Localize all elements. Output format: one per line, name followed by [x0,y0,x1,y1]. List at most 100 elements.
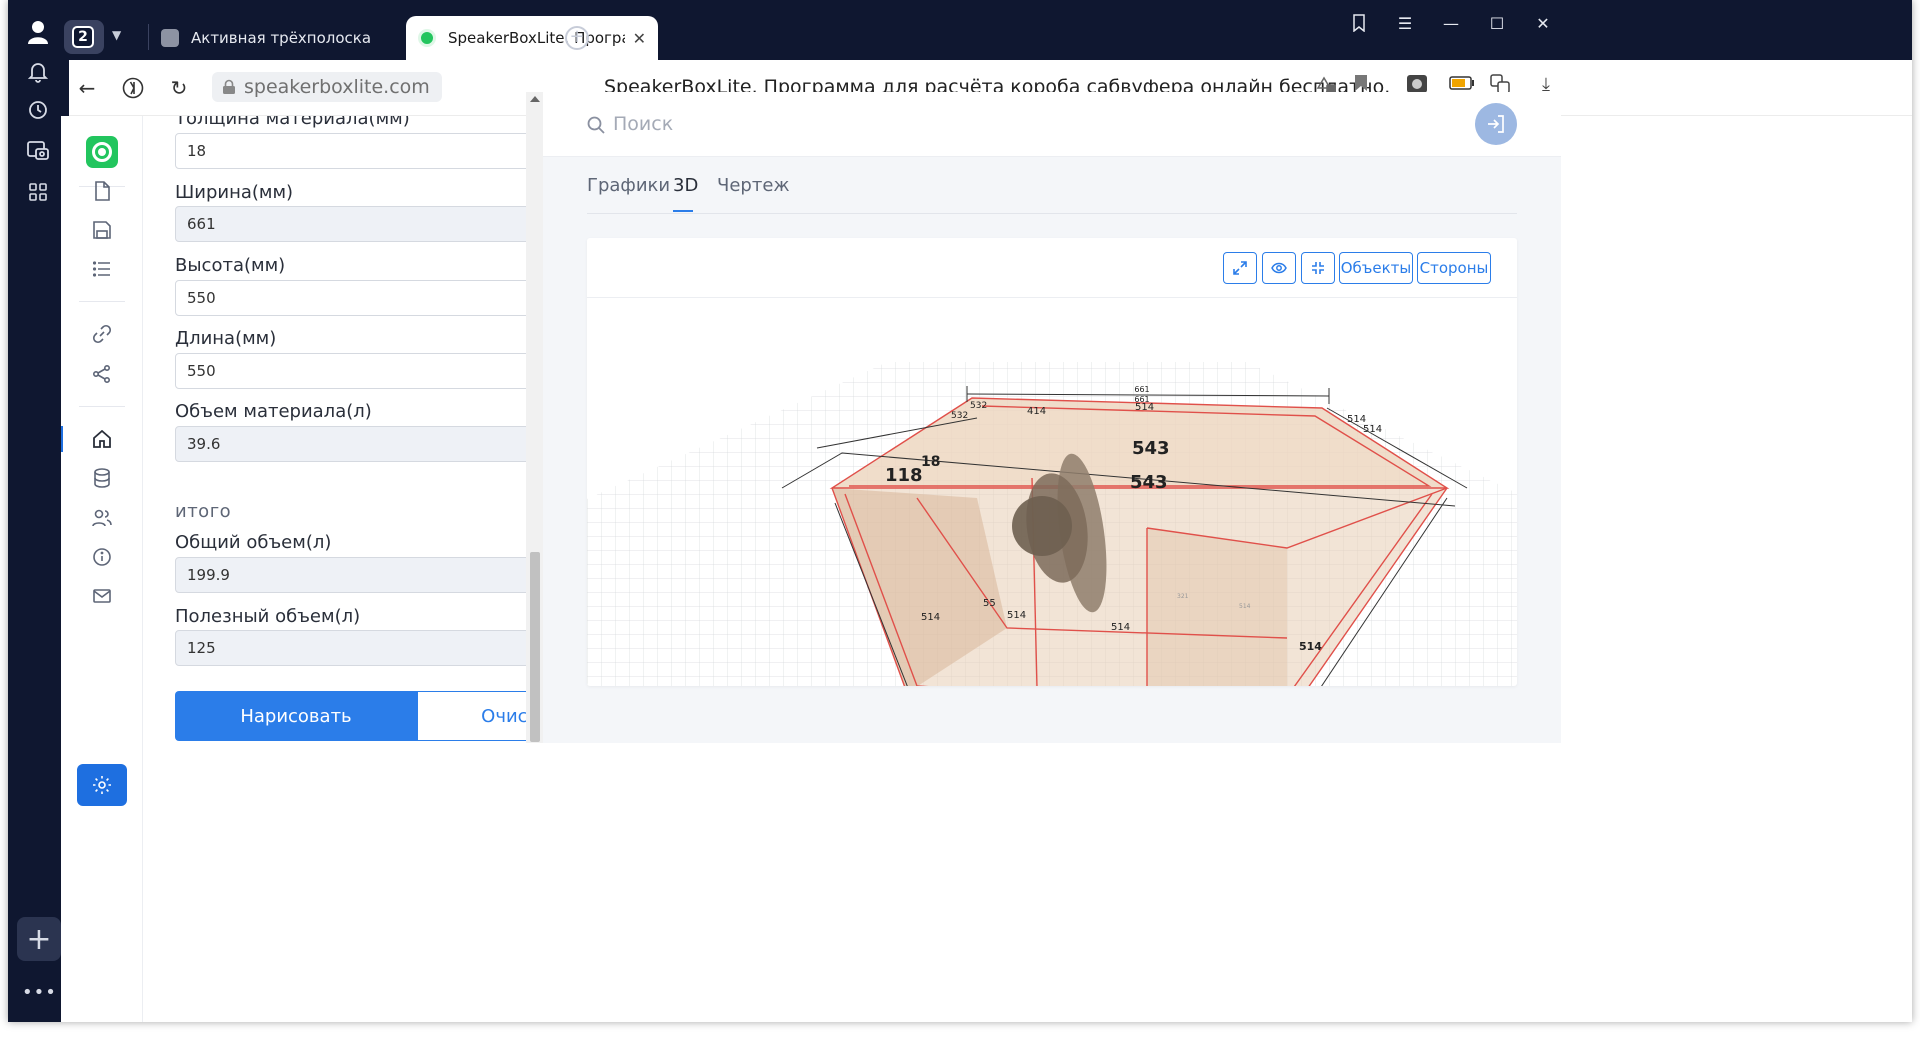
dim-514-left: 514 [921,612,940,623]
collapse-icon [1312,262,1324,274]
main-content: Графики 3D Чертеж Объекты Стороны [543,92,1561,743]
tab-favicon-icon [161,29,179,47]
draw-button[interactable]: Нарисовать [175,691,417,741]
link-icon[interactable] [90,322,114,346]
browser-sidebar: + ••• [8,0,69,1022]
url-field[interactable]: speakerboxlite.com [212,72,442,102]
thickness-label: Толщина материала(мм) [175,116,410,129]
app-nav-rail [61,116,143,1022]
new-tab-button[interactable]: + [565,26,589,50]
dim-514-mid: 514 [1111,622,1130,633]
settings-button[interactable] [77,764,127,806]
history-icon[interactable] [20,92,56,128]
height-label: Высота(мм) [175,255,286,276]
active-indicator [61,426,63,452]
lock-icon [223,79,235,94]
tab-title: Активная трёхполоска на [191,29,377,47]
tab-active[interactable]: SpeakerBoxLite. Програ ✕ [406,16,658,60]
dim-543-big: 543 [1132,438,1170,459]
viewer-toolbar: Объекты Стороны [587,238,1517,298]
dim-55: 55 [983,598,996,609]
maximize-icon[interactable]: ☐ [1482,14,1512,33]
gear-icon [93,776,111,794]
totals-heading: итого [175,501,232,522]
chevron-down-icon[interactable]: ▼ [112,28,121,42]
total-volume-label: Общий объем(л) [175,532,332,553]
reload-button[interactable]: ↻ [163,72,195,104]
dim-514-top: 514 [1135,402,1154,413]
dim-514-back: 514 [1239,603,1251,610]
browser-window: + ••• 2 ▼ Активная трёхполоска на Speake… [8,0,1912,1022]
form-scrollbar[interactable] [526,92,543,743]
dim-118: 118 [885,465,923,486]
tab-title: SpeakerBoxLite. Програ [448,29,625,47]
yandex-icon[interactable] [117,72,149,104]
useful-volume-label: Полезный объем(л) [175,606,361,627]
mail-icon[interactable] [90,584,114,608]
visibility-button[interactable] [1262,252,1296,284]
tab-3d[interactable]: 3D [673,158,698,212]
dim-18: 18 [921,454,940,470]
close-window-icon[interactable]: ✕ [1528,14,1558,33]
back-button[interactable]: ← [71,72,103,104]
profile-icon[interactable] [20,14,56,50]
tab-count-button[interactable]: 2 [64,20,104,54]
collapse-button[interactable] [1301,252,1335,284]
dim-514-front: 514 [1007,610,1026,621]
expand-icon [1233,261,1247,275]
dim-top-width: 661 [1134,385,1149,394]
search-input[interactable] [613,108,1013,140]
sides-button[interactable]: Стороны [1417,252,1491,284]
database-icon[interactable] [90,466,114,490]
login-icon [1488,115,1504,133]
add-panel-button[interactable]: + [17,917,61,961]
dim-321: 321 [1177,593,1189,600]
material-volume-label: Объем материала(л) [175,401,372,422]
tab-drawing[interactable]: Чертеж [717,158,790,212]
app-logo[interactable] [86,136,118,168]
apps-grid-icon[interactable] [20,174,56,210]
file-icon[interactable] [90,179,114,203]
close-tab-icon[interactable]: ✕ [633,29,646,48]
expand-button[interactable] [1223,252,1257,284]
tab-count: 2 [72,26,94,48]
3d-scene[interactable]: 661 661 532 532 414 514 514 514 543 543 … [587,298,1517,686]
home-icon[interactable] [90,427,114,451]
divider [79,406,125,407]
tab-favicon-icon [418,29,436,47]
dim-514-right: 514 [1299,640,1322,653]
3d-viewer: Объекты Стороны 661 661 532 532 414 514 … [587,238,1517,686]
length-label: Длина(мм) [175,328,277,349]
dim-414: 414 [1027,406,1046,417]
width-label: Ширина(мм) [175,182,294,203]
top-bar [543,92,1561,157]
more-icon[interactable]: ••• [22,982,56,1003]
tab-strip: 2 ▼ Активная трёхполоска на SpeakerBoxLi… [64,0,1912,60]
minimize-icon[interactable]: — [1436,14,1466,33]
box-3d-render: 661 661 532 532 414 514 514 514 543 543 … [587,362,1517,686]
login-button[interactable] [1475,103,1517,145]
users-icon[interactable] [90,506,114,530]
search-icon [587,116,605,134]
tab-charts[interactable]: Графики [587,158,670,212]
view-tabs: Графики 3D Чертеж [587,158,1517,214]
eye-icon [1271,262,1287,274]
objects-button[interactable]: Объекты [1339,252,1413,284]
tab-inactive[interactable]: Активная трёхполоска на [149,16,389,60]
url-text: speakerboxlite.com [244,76,430,98]
info-icon[interactable] [90,545,114,569]
divider [79,301,125,302]
save-icon[interactable] [90,218,114,242]
dim-532: 532 [970,401,987,411]
dim-543-big-2: 543 [1130,472,1168,493]
collections-icon[interactable] [1344,14,1374,36]
list-icon[interactable] [90,257,114,281]
share-icon[interactable] [90,362,114,386]
active-tab-underline [673,210,693,212]
scroll-thumb[interactable] [530,552,540,742]
dim-532-b: 532 [951,411,968,421]
screenshot-icon[interactable] [20,132,56,168]
menu-icon[interactable]: ☰ [1390,14,1420,33]
scroll-up-icon[interactable] [530,96,540,102]
bell-icon[interactable] [20,54,56,90]
